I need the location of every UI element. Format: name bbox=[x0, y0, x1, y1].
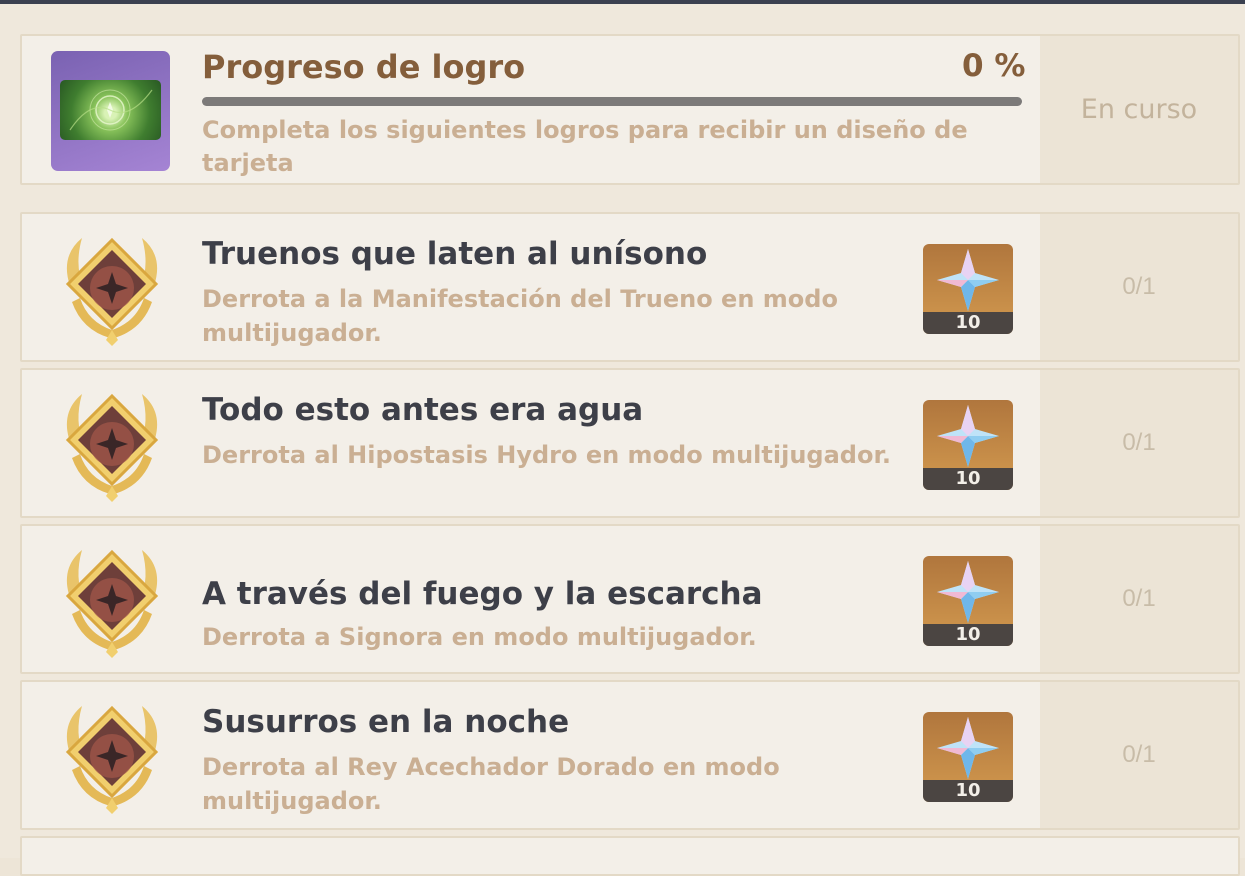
progress-description: Completa los siguientes logros para reci… bbox=[202, 116, 968, 177]
namecard-icon bbox=[51, 51, 170, 171]
achievement-progress: 0/1 bbox=[1040, 370, 1238, 516]
achievement-description: Derrota a Signora en modo multijugador. bbox=[202, 623, 757, 651]
achievement-row[interactable]: Susurros en la noche Derrota al Rey Acec… bbox=[20, 680, 1240, 830]
achievement-row[interactable]: Todo esto antes era agua Derrota al Hipo… bbox=[20, 368, 1240, 518]
reward-quantity: 10 bbox=[923, 468, 1013, 490]
achievement-description: Derrota a la Manifestación del Trueno en… bbox=[202, 285, 838, 347]
achievement-badge-icon bbox=[65, 237, 159, 346]
primogem-icon bbox=[937, 405, 999, 467]
achievement-title: Truenos que laten al unísono bbox=[202, 236, 708, 272]
achievement-row[interactable]: A través del fuego y la escarcha Derrota… bbox=[20, 524, 1240, 674]
reward-quantity: 10 bbox=[923, 312, 1013, 334]
progress-bar bbox=[202, 97, 1022, 106]
reward-quantity: 10 bbox=[923, 780, 1013, 802]
achievement-page: Progreso de logro 0 % Completa los sigui… bbox=[0, 4, 1245, 876]
achievement-progress-card: Progreso de logro 0 % Completa los sigui… bbox=[20, 34, 1240, 185]
achievement-row-partial[interactable] bbox=[20, 836, 1240, 876]
reward-item[interactable]: 10 bbox=[923, 244, 1013, 334]
achievement-description: Derrota al Hipostasis Hydro en modo mult… bbox=[202, 441, 891, 469]
reward-item[interactable]: 10 bbox=[923, 556, 1013, 646]
achievement-progress: 0/1 bbox=[1040, 526, 1238, 672]
achievement-progress: 0/1 bbox=[1040, 214, 1238, 360]
achievement-row[interactable]: Truenos que laten al unísono Derrota a l… bbox=[20, 212, 1240, 362]
progress-percent: 0 % bbox=[962, 48, 1026, 84]
reward-quantity: 10 bbox=[923, 624, 1013, 646]
achievement-title: Susurros en la noche bbox=[202, 704, 570, 740]
achievement-title: Todo esto antes era agua bbox=[202, 392, 644, 428]
achievement-description: Derrota al Rey Acechador Dorado en modo … bbox=[202, 753, 780, 815]
reward-item[interactable]: 10 bbox=[923, 712, 1013, 802]
primogem-icon bbox=[937, 561, 999, 623]
achievement-progress: 0/1 bbox=[1040, 682, 1238, 828]
achievement-badge-icon bbox=[65, 549, 159, 658]
progress-status: En curso bbox=[1040, 36, 1238, 183]
primogem-icon bbox=[937, 717, 999, 779]
achievement-title: A través del fuego y la escarcha bbox=[202, 576, 763, 612]
primogem-icon bbox=[937, 249, 999, 311]
progress-title: Progreso de logro bbox=[202, 48, 526, 86]
achievement-badge-icon bbox=[65, 393, 159, 502]
achievement-badge-icon bbox=[65, 705, 159, 814]
reward-item[interactable]: 10 bbox=[923, 400, 1013, 490]
